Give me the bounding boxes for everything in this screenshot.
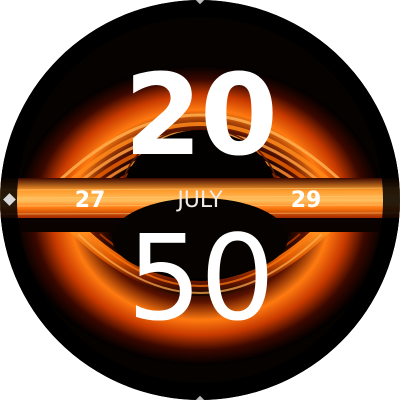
watch-face[interactable]: 20 27 JULY 29 50 <box>0 0 400 400</box>
hour-display: 20 <box>124 51 278 181</box>
watch-screen: 20 27 JULY 29 50 <box>0 0 400 400</box>
previous-date: 27 <box>74 188 106 213</box>
minute-display: 50 <box>126 209 275 347</box>
next-date: 29 <box>290 188 322 213</box>
